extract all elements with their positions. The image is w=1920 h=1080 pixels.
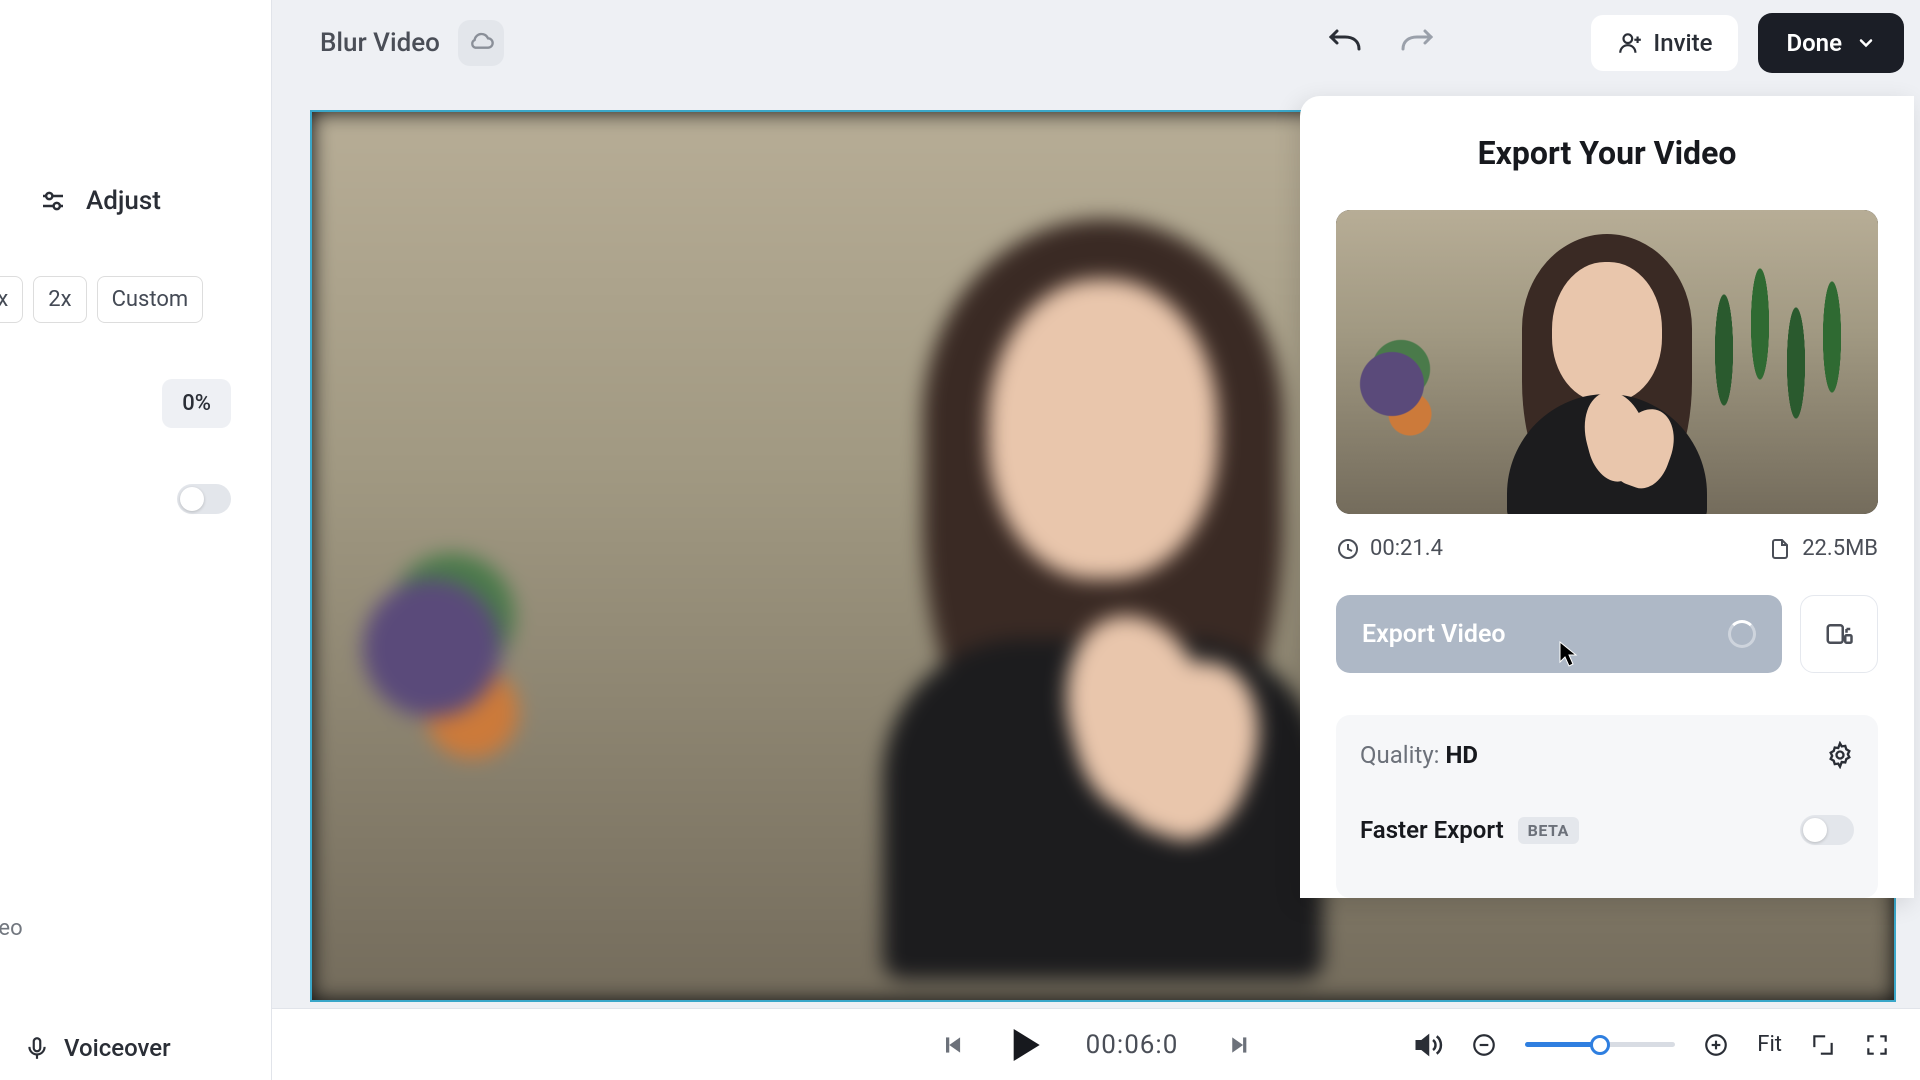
zoom-slider[interactable]: [1525, 1042, 1675, 1047]
zoom-slider-thumb[interactable]: [1590, 1035, 1610, 1055]
clock-icon: [1336, 537, 1360, 561]
speed-chips: 5x 2x Custom: [0, 216, 271, 323]
undo-icon: [1323, 27, 1365, 59]
sidebar-item-c[interactable]: video: [0, 916, 271, 941]
skip-forward-icon: [1224, 1032, 1250, 1058]
zoom-out-icon[interactable]: [1471, 1032, 1497, 1058]
sliders-icon: [38, 186, 68, 216]
faster-export-label: Faster Export: [1360, 816, 1504, 844]
fit-button[interactable]: Fit: [1757, 1032, 1782, 1057]
skip-forward-button[interactable]: [1224, 1032, 1250, 1058]
layout-icon: [1824, 619, 1854, 649]
gear-icon[interactable]: [1826, 741, 1854, 769]
project-title[interactable]: Blur Video: [320, 28, 440, 58]
adjust-row[interactable]: Adjust: [0, 0, 271, 216]
voiceover-button[interactable]: Voiceover: [24, 1034, 171, 1062]
quality-label: Quality:: [1360, 741, 1440, 769]
skip-back-button[interactable]: [942, 1032, 968, 1058]
voiceover-label: Voiceover: [64, 1034, 171, 1062]
done-button[interactable]: Done: [1758, 13, 1904, 73]
expand-icon[interactable]: [1864, 1032, 1890, 1058]
cloud-icon: [467, 29, 495, 57]
export-button-label: Export Video: [1362, 620, 1506, 649]
faster-export-row: Faster Export BETA: [1360, 815, 1854, 845]
volume-icon[interactable]: [1413, 1030, 1443, 1060]
person-plus-icon: [1617, 30, 1643, 56]
sidebar-item-a[interactable]: se: [0, 684, 271, 709]
skip-back-icon: [942, 1032, 968, 1058]
file-icon: [1768, 537, 1792, 561]
topbar: Blur Video Invite Done: [272, 0, 1912, 86]
loading-spinner-icon: [1728, 620, 1756, 648]
percent-value[interactable]: 0%: [162, 379, 231, 428]
mic-icon: [24, 1035, 50, 1061]
redo-button[interactable]: [1395, 20, 1441, 66]
export-layout-button[interactable]: [1800, 595, 1878, 673]
speed-chip-5x[interactable]: 5x: [0, 276, 23, 323]
export-thumbnail: [1336, 210, 1878, 514]
undo-button[interactable]: [1321, 20, 1367, 66]
export-filesize: 22.5MB: [1802, 536, 1878, 561]
crop-icon[interactable]: [1810, 1032, 1836, 1058]
export-video-button[interactable]: Export Video: [1336, 595, 1782, 673]
invite-label: Invite: [1653, 29, 1712, 57]
export-title: Export Your Video: [1336, 134, 1878, 172]
export-duration: 00:21.4: [1370, 536, 1443, 561]
sidebar-toggle-row: [0, 428, 271, 514]
export-settings: Quality: HD Faster Export BETA: [1336, 715, 1878, 898]
transport-bar: 00:06:0 Fit: [272, 1008, 1920, 1080]
percent-row: 0%: [0, 323, 271, 428]
beta-badge: BETA: [1518, 817, 1579, 844]
undo-redo-group: [1321, 20, 1441, 66]
sidebar-toggle[interactable]: [177, 484, 231, 514]
chevron-down-icon: [1856, 33, 1876, 53]
redo-icon: [1397, 27, 1439, 59]
zoom-in-icon[interactable]: [1703, 1032, 1729, 1058]
done-label: Done: [1786, 29, 1842, 57]
speed-chip-2x[interactable]: 2x: [33, 276, 86, 323]
export-meta-row: 00:21.4 22.5MB: [1336, 536, 1878, 561]
play-button[interactable]: [1014, 1029, 1040, 1061]
timecode: 00:06:0: [1086, 1030, 1179, 1060]
sidebar-item-b[interactable]: ra: [0, 801, 271, 826]
export-panel: Export Your Video 00:21.4 22: [1300, 96, 1914, 898]
quality-value: HD: [1445, 741, 1478, 769]
speed-chip-custom[interactable]: Custom: [97, 276, 204, 323]
left-sidebar: Adjust 5x 2x Custom 0% se ra video Voice…: [0, 0, 272, 1080]
invite-button[interactable]: Invite: [1591, 15, 1738, 71]
adjust-label: Adjust: [86, 186, 161, 216]
faster-export-toggle[interactable]: [1800, 815, 1854, 845]
cloud-sync-button[interactable]: [458, 20, 504, 66]
quality-row[interactable]: Quality: HD: [1360, 741, 1854, 769]
